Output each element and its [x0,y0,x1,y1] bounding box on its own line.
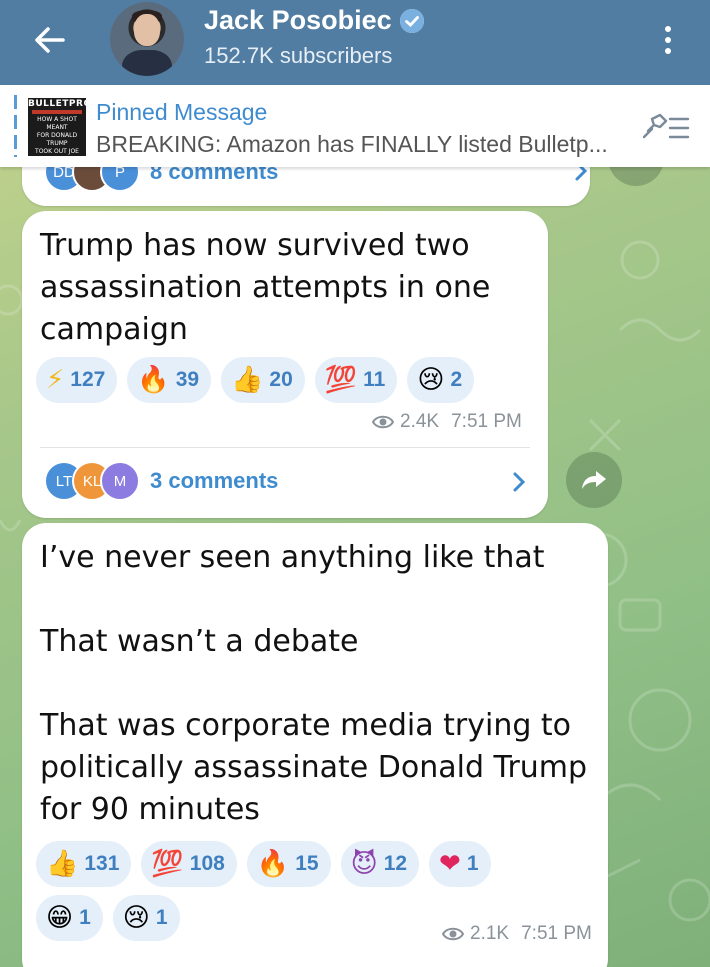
channel-header: Jack Posobiec 152.7K subscribers [0,0,710,85]
back-arrow-icon [35,27,65,53]
reaction-thumbs-up[interactable]: 👍 20 [221,357,305,403]
reaction-fire[interactable]: 🔥 15 [246,841,331,887]
subscriber-count: 152.7K subscribers [204,43,393,68]
reaction-lightning[interactable]: ⚡ 127 [36,357,118,403]
reaction-devil[interactable]: 😈 12 [340,841,420,887]
reaction-hundred[interactable]: 💯 108 [141,841,237,887]
message-meta: 2.1K 7:51 PM [442,923,592,945]
pinned-preview-text: BREAKING: Amazon has FINALLY listed Bull… [96,131,608,157]
more-vertical-icon [665,26,671,32]
channel-avatar[interactable] [110,2,184,76]
fire-emoji: 🔥 [137,365,170,395]
views-eye-icon [442,927,464,941]
pinned-message-bar[interactable]: BULLETPROOF HOW A SHOT MEANT FOR DONALD … [0,85,710,167]
channel-name[interactable]: Jack Posobiec [204,5,424,36]
comment-avatar-m: M [100,461,140,501]
reaction-heart[interactable]: ❤ 1 [429,841,491,887]
view-count: 2.1K [470,923,510,944]
message-time: 7:51 PM [451,411,522,432]
reaction-fire[interactable]: 🔥 39 [127,357,212,403]
message-text: I’ve never seen anything like that That … [40,540,588,827]
back-button[interactable] [28,18,72,62]
reaction-hundred[interactable]: 💯 11 [314,357,398,403]
pinned-title: Pinned Message [96,99,268,125]
chevron-right-icon [513,472,526,492]
message-time: 7:51 PM [521,923,592,944]
hundred-emoji: 💯 [324,365,358,395]
views-eye-icon [372,415,394,429]
grinning-emoji: 😁 [46,903,74,933]
lightning-emoji: ⚡ [46,365,65,395]
share-icon [582,471,606,489]
comments-label: 3 comments [150,468,279,493]
reactions-bar: ⚡ 127 🔥 39 👍 20 💯 11 😢 2 [36,357,536,403]
share-button[interactable] [566,452,622,508]
message-bubble: I’ve never seen anything like that That … [22,523,608,967]
hundred-emoji: 💯 [151,849,184,879]
thumbs-up-emoji: 👍 [46,849,79,879]
more-menu-button[interactable] [648,18,688,62]
devil-emoji: 😈 [350,849,378,879]
reaction-grinning[interactable]: 😁 1 [36,895,103,941]
comments-row[interactable]: LT KL M 3 comments [44,461,278,501]
pinned-thumbnail: BULLETPROOF HOW A SHOT MEANT FOR DONALD … [28,98,107,163]
crying-face-emoji: 😢 [417,365,445,395]
fire-emoji: 🔥 [256,849,290,879]
verified-badge-icon [399,8,424,33]
pin-list-icon [642,113,690,139]
message-text: Trump has now survived two assassination… [40,228,491,347]
red-heart-emoji: ❤ [439,849,461,879]
crying-face-emoji: 😢 [122,903,150,933]
message-bubble: Trump has now survived two assassination… [22,211,548,518]
comments-divider [40,447,530,448]
reaction-thumbs-up[interactable]: 👍 131 [36,841,132,887]
reaction-crying[interactable]: 😢 1 [112,895,180,941]
pinned-list-button[interactable] [640,111,692,145]
channel-name-text: Jack Posobiec [204,5,392,35]
pinned-indicator [14,95,17,157]
view-count: 2.4K [400,411,440,432]
reaction-crying[interactable]: 😢 2 [407,357,475,403]
message-meta: 2.4K 7:51 PM [372,411,522,433]
thumbs-up-emoji: 👍 [231,365,264,395]
